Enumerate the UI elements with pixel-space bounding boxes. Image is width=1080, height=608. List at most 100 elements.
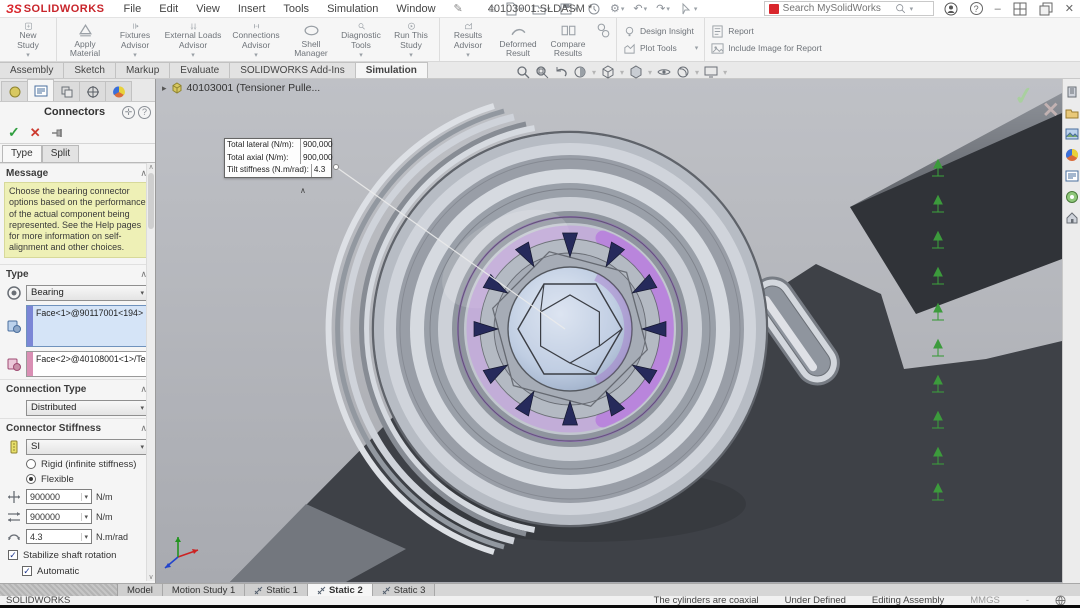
menu-view[interactable]: View: [187, 3, 229, 15]
lateral-stiffness-input[interactable]: 900000▾: [26, 489, 92, 504]
tab-dimxpertmanager[interactable]: [79, 81, 106, 101]
appearances-scenes-icon[interactable]: [1065, 169, 1079, 183]
diagnostic-tools-button[interactable]: DiagnosticTools ▾: [336, 20, 386, 59]
redo-button[interactable]: ↷▾: [653, 2, 673, 15]
select-button[interactable]: ▾: [676, 2, 701, 16]
forum-home-icon[interactable]: [1065, 211, 1079, 225]
restore-window-button[interactable]: [1039, 2, 1053, 16]
view-palette-icon[interactable]: [1065, 148, 1079, 162]
user-account-icon[interactable]: [944, 2, 958, 16]
viewports-button[interactable]: [1013, 2, 1027, 16]
keep-visible-pin-icon[interactable]: ✛: [122, 106, 135, 119]
save-button[interactable]: ▾: [556, 2, 581, 16]
rigid-radio[interactable]: [26, 459, 36, 469]
file-explorer-icon[interactable]: [1065, 127, 1079, 141]
tab-solidworks-addins[interactable]: SOLIDWORKS Add-Ins: [229, 62, 355, 78]
face-2-entry[interactable]: Face<2>@40108001<1>/Tensioner_Pull...: [33, 352, 155, 376]
stabilize-checkbox[interactable]: ✓: [8, 550, 18, 560]
view-orientation-icon[interactable]: [601, 65, 615, 79]
mode-tab-split[interactable]: Split: [42, 145, 79, 162]
face-1-entry[interactable]: Face<1>@90117001<194>: [33, 306, 146, 346]
search-icon[interactable]: [895, 3, 906, 14]
face-selection-box-1[interactable]: Face<1>@90117001<194>: [26, 305, 149, 347]
expand-icon[interactable]: ▸: [162, 83, 167, 94]
automatic-row[interactable]: ✓ Automatic: [0, 563, 155, 579]
ok-button[interactable]: ✓: [8, 124, 20, 141]
shell-manager-button[interactable]: ShellManager: [286, 20, 336, 59]
search-input[interactable]: [783, 3, 891, 14]
confirmation-corner-ok-icon[interactable]: ✓: [1012, 81, 1036, 113]
tree-item-label[interactable]: 40103001 (Tensioner Pulle...: [187, 82, 321, 94]
custom-properties-icon[interactable]: [1065, 190, 1079, 204]
tab-configurationmanager[interactable]: [53, 81, 80, 101]
tab-motion-study-1[interactable]: Motion Study 1: [163, 584, 245, 596]
menu-simulation[interactable]: Simulation: [318, 3, 387, 15]
flyout-feature-tree-item[interactable]: ▸ 40103001 (Tensioner Pulle...: [162, 82, 320, 94]
edit-appearance-icon[interactable]: [676, 65, 690, 79]
connections-advisor-button[interactable]: ConnectionsAdvisor ▾: [226, 20, 286, 59]
search-mysolidworks-box[interactable]: ▾: [764, 1, 934, 16]
deformed-result-button[interactable]: DeformedResult: [493, 20, 543, 59]
apply-material-button[interactable]: ApplyMaterial: [60, 20, 110, 59]
plot-tools-button[interactable]: Plot Tools ▾: [623, 42, 698, 55]
connector-callout[interactable]: Total lateral (N/m): 900,000 Total axial…: [224, 138, 332, 178]
offloaded-simulation-button[interactable]: [593, 20, 613, 59]
tab-model[interactable]: Model: [118, 584, 163, 596]
section-view-icon[interactable]: [573, 65, 587, 79]
home-button[interactable]: ⌂: [486, 3, 499, 15]
menu-file[interactable]: File: [115, 3, 151, 15]
cancel-button[interactable]: ✕: [30, 125, 41, 141]
design-insight-button[interactable]: Design Insight: [623, 25, 698, 38]
results-advisor-button[interactable]: ResultsAdvisor ▾: [443, 20, 493, 59]
search-options-icon[interactable]: ▾: [910, 5, 914, 13]
external-loads-advisor-button[interactable]: External LoadsAdvisor ▾: [160, 20, 226, 59]
tab-markup[interactable]: Markup: [115, 62, 170, 78]
flexible-radio-row[interactable]: Flexible: [0, 472, 155, 487]
flexible-radio[interactable]: [26, 474, 36, 484]
connector-type-select[interactable]: Bearing▾: [26, 285, 149, 301]
fixtures-advisor-button[interactable]: FixturesAdvisor ▾: [110, 20, 160, 59]
include-image-for-report-button[interactable]: Include Image for Report: [711, 42, 822, 55]
close-window-button[interactable]: ✕: [1065, 2, 1074, 15]
tab-static-1[interactable]: Static 1: [245, 584, 308, 596]
minimize-button[interactable]: –: [995, 3, 1001, 15]
face-selection-box-2[interactable]: Face<2>@40108001<1>/Tensioner_Pull...: [26, 351, 155, 377]
section-header-connector-stiffness[interactable]: Connector Stiffness∧: [0, 418, 155, 437]
hide-show-items-icon[interactable]: [657, 65, 671, 79]
panel-help-icon[interactable]: ?: [138, 106, 151, 119]
rigid-radio-row[interactable]: Rigid (infinite stiffness): [0, 457, 155, 472]
options-button[interactable]: ⚙▾: [607, 2, 627, 15]
tilt-stiffness-input[interactable]: 4.3▾: [26, 529, 92, 544]
undo-button[interactable]: ↶▾: [630, 2, 650, 15]
pushpin-icon[interactable]: [51, 127, 67, 139]
menu-insert[interactable]: Insert: [229, 3, 275, 15]
menu-pin-icon[interactable]: ✎: [445, 2, 472, 15]
new-document-button[interactable]: ▾: [501, 2, 526, 16]
tab-propertymanager[interactable]: [27, 79, 54, 101]
section-header-type[interactable]: Type∧: [0, 264, 155, 283]
display-style-icon[interactable]: [629, 65, 643, 79]
section-header-message[interactable]: Message∧: [0, 163, 155, 182]
tab-featuremanager[interactable]: [1, 81, 28, 101]
confirmation-corner-cancel-icon[interactable]: ✕: [1042, 98, 1060, 123]
callout-collapse-icon[interactable]: ∧: [300, 186, 306, 195]
compare-results-button[interactable]: CompareResults: [543, 20, 593, 59]
scrollbar-thumb[interactable]: [148, 173, 154, 229]
tab-displaymanager[interactable]: [105, 81, 132, 101]
menu-edit[interactable]: Edit: [150, 3, 187, 15]
tab-static-3[interactable]: Static 3: [373, 584, 436, 596]
section-header-connection-type[interactable]: Connection Type∧: [0, 379, 155, 398]
design-library-icon[interactable]: [1065, 106, 1079, 120]
solidworks-resources-icon[interactable]: [1065, 85, 1079, 99]
report-button[interactable]: Report: [711, 25, 822, 38]
automatic-checkbox[interactable]: ✓: [22, 566, 32, 576]
zoom-to-fit-icon[interactable]: [516, 65, 530, 79]
menu-window[interactable]: Window: [387, 3, 444, 15]
print-button[interactable]: [584, 2, 604, 16]
mode-tab-type[interactable]: Type: [2, 145, 42, 162]
zoom-to-area-icon[interactable]: [535, 65, 549, 79]
new-study-button[interactable]: NewStudy ▾: [3, 20, 53, 59]
view-settings-icon[interactable]: [704, 65, 718, 79]
open-document-button[interactable]: ▾: [529, 2, 554, 16]
connection-type-select[interactable]: Distributed▾: [26, 400, 149, 416]
